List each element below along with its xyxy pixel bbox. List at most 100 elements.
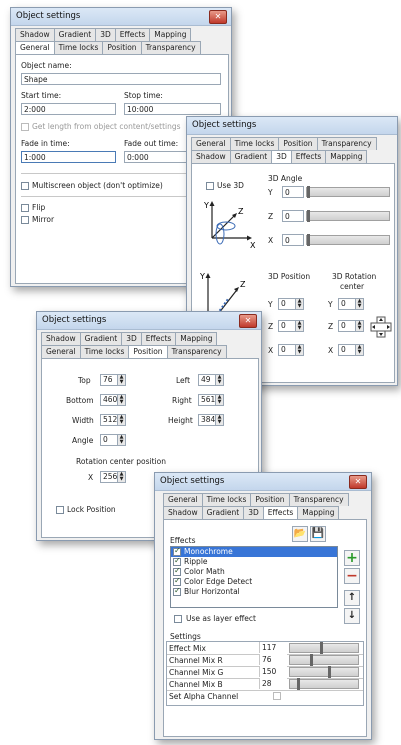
effect-checkbox[interactable] bbox=[173, 556, 181, 566]
tab-mapping[interactable]: Mapping bbox=[175, 332, 218, 345]
pos-x-spinner[interactable]: 0 ▲ ▼ bbox=[278, 344, 304, 356]
tab-gradient[interactable]: Gradient bbox=[201, 506, 245, 519]
tab-transparency[interactable]: Transparency bbox=[288, 493, 349, 506]
list-item[interactable]: Color Edge Detect bbox=[171, 576, 337, 587]
window-titlebar[interactable]: Object settings ✕ bbox=[11, 8, 231, 26]
tab-time-locks[interactable]: Time locks bbox=[229, 137, 280, 150]
setting-slider[interactable] bbox=[289, 642, 359, 654]
move-arrows-icon[interactable] bbox=[370, 316, 392, 338]
rot-x-spinner[interactable]: 0 ▲ ▼ bbox=[338, 344, 364, 356]
window-titlebar[interactable]: Object settings ✕ bbox=[155, 473, 371, 491]
stop-time-input[interactable]: 10:000 bbox=[124, 103, 221, 115]
angle-value[interactable]: 0 bbox=[100, 434, 118, 446]
tab-gradient[interactable]: Gradient bbox=[79, 332, 123, 345]
tab-effects[interactable]: Effects bbox=[290, 150, 327, 163]
get-length-checkbox[interactable] bbox=[21, 123, 29, 131]
angle-z-input[interactable]: 0 bbox=[282, 210, 304, 222]
spin-arrows-icon[interactable]: ▲ ▼ bbox=[296, 320, 304, 332]
close-icon[interactable]: ✕ bbox=[239, 314, 257, 328]
tab-gradient[interactable]: Gradient bbox=[229, 150, 273, 163]
tab-mapping[interactable]: Mapping bbox=[297, 506, 340, 519]
close-icon[interactable]: ✕ bbox=[349, 475, 367, 489]
spin-arrows-icon[interactable]: ▲ ▼ bbox=[216, 394, 224, 406]
list-item[interactable]: Monochrome bbox=[171, 546, 337, 557]
tab-effects[interactable]: Effects bbox=[140, 332, 177, 345]
tab-mapping[interactable]: Mapping bbox=[325, 150, 368, 163]
rot-z-spinner[interactable]: 0 ▲ ▼ bbox=[338, 320, 364, 332]
slider-thumb[interactable] bbox=[328, 666, 332, 678]
right-value[interactable]: 561 bbox=[198, 394, 216, 406]
start-time-input[interactable]: 2:000 bbox=[21, 103, 116, 115]
pos-x-value[interactable]: 0 bbox=[278, 344, 296, 356]
spin-arrows-icon[interactable]: ▲ ▼ bbox=[216, 414, 224, 426]
tab-shadow[interactable]: Shadow bbox=[15, 28, 55, 41]
tab-time-locks[interactable]: Time locks bbox=[53, 41, 104, 54]
flip-checkbox[interactable] bbox=[21, 204, 29, 212]
spin-arrows-icon[interactable]: ▲ ▼ bbox=[356, 298, 364, 310]
pos-z-value[interactable]: 0 bbox=[278, 320, 296, 332]
left-value[interactable]: 49 bbox=[198, 374, 216, 386]
height-spinner[interactable]: 384 ▲ ▼ bbox=[198, 414, 224, 426]
effect-checkbox[interactable] bbox=[173, 576, 181, 586]
object-name-input[interactable]: Shape bbox=[21, 73, 221, 85]
close-icon[interactable]: ✕ bbox=[209, 10, 227, 24]
rot-y-spinner[interactable]: 0 ▲ ▼ bbox=[338, 298, 364, 310]
tab-shadow[interactable]: Shadow bbox=[163, 506, 203, 519]
fade-in-input[interactable]: 1:000 bbox=[21, 151, 116, 163]
angle-z-slider[interactable] bbox=[306, 210, 390, 222]
effects-list[interactable]: Monochrome Ripple Color Math Color Edge … bbox=[170, 546, 338, 608]
tab-transparency[interactable]: Transparency bbox=[316, 137, 377, 150]
save-icon[interactable]: 💾 bbox=[310, 526, 326, 542]
angle-y-slider[interactable] bbox=[306, 186, 390, 198]
tab-gradient[interactable]: Gradient bbox=[53, 28, 97, 41]
spin-arrows-icon[interactable]: ▲ ▼ bbox=[356, 344, 364, 356]
tab-transparency[interactable]: Transparency bbox=[166, 345, 227, 358]
tab-shadow[interactable]: Shadow bbox=[191, 150, 231, 163]
spin-arrows-icon[interactable]: ▲ ▼ bbox=[118, 394, 126, 406]
move-down-icon[interactable]: ↓ bbox=[344, 608, 360, 624]
spin-arrows-icon[interactable]: ▲ ▼ bbox=[296, 298, 304, 310]
tab-3d[interactable]: 3D bbox=[95, 28, 116, 41]
slider-thumb[interactable] bbox=[309, 654, 313, 666]
rot-x-value[interactable]: 0 bbox=[338, 344, 356, 356]
effect-checkbox[interactable] bbox=[173, 566, 181, 576]
use-3d-checkbox[interactable] bbox=[206, 182, 214, 190]
slider-thumb[interactable] bbox=[297, 678, 301, 690]
tab-3d[interactable]: 3D bbox=[271, 150, 292, 163]
tab-general[interactable]: General bbox=[163, 493, 203, 506]
tab-position[interactable]: Position bbox=[250, 493, 290, 506]
tab-position[interactable]: Position bbox=[102, 41, 142, 54]
rot-y-value[interactable]: 0 bbox=[338, 298, 356, 310]
angle-x-slider[interactable] bbox=[306, 234, 390, 246]
spin-arrows-icon[interactable]: ▲ ▼ bbox=[118, 471, 126, 483]
list-item[interactable]: Color Math bbox=[171, 566, 337, 577]
slider-thumb[interactable] bbox=[319, 642, 323, 654]
setting-value[interactable]: 76 bbox=[259, 654, 287, 665]
left-spinner[interactable]: 49 ▲ ▼ bbox=[198, 374, 224, 386]
spin-arrows-icon[interactable]: ▲ ▼ bbox=[118, 434, 126, 446]
tab-shadow[interactable]: Shadow bbox=[41, 332, 81, 345]
tab-general[interactable]: General bbox=[41, 345, 81, 358]
tab-position[interactable]: Position bbox=[278, 137, 318, 150]
spin-arrows-icon[interactable]: ▲ ▼ bbox=[216, 374, 224, 386]
bottom-value[interactable]: 460 bbox=[100, 394, 118, 406]
setting-value[interactable]: 150 bbox=[259, 666, 287, 677]
tab-position[interactable]: Position bbox=[128, 345, 168, 358]
set-alpha-checkbox[interactable] bbox=[273, 692, 281, 700]
list-item[interactable]: Blur Horizontal bbox=[171, 586, 337, 597]
use-layer-effect-checkbox[interactable] bbox=[174, 615, 182, 623]
remove-effect-icon[interactable]: − bbox=[344, 568, 360, 584]
window-titlebar[interactable]: Object settings bbox=[187, 117, 397, 135]
spin-arrows-icon[interactable]: ▲ ▼ bbox=[356, 320, 364, 332]
height-value[interactable]: 384 bbox=[198, 414, 216, 426]
x-spinner[interactable]: 256 ▲ ▼ bbox=[100, 471, 126, 483]
pos-z-spinner[interactable]: 0 ▲ ▼ bbox=[278, 320, 304, 332]
setting-slider[interactable] bbox=[289, 654, 359, 666]
lock-position-checkbox[interactable] bbox=[56, 506, 64, 514]
pos-y-spinner[interactable]: 0 ▲ ▼ bbox=[278, 298, 304, 310]
open-folder-icon[interactable]: 📂 bbox=[292, 526, 308, 542]
bottom-spinner[interactable]: 460 ▲ ▼ bbox=[100, 394, 126, 406]
setting-slider[interactable] bbox=[289, 678, 359, 690]
angle-spinner[interactable]: 0 ▲ ▼ bbox=[100, 434, 126, 446]
spin-arrows-icon[interactable]: ▲ ▼ bbox=[118, 374, 126, 386]
